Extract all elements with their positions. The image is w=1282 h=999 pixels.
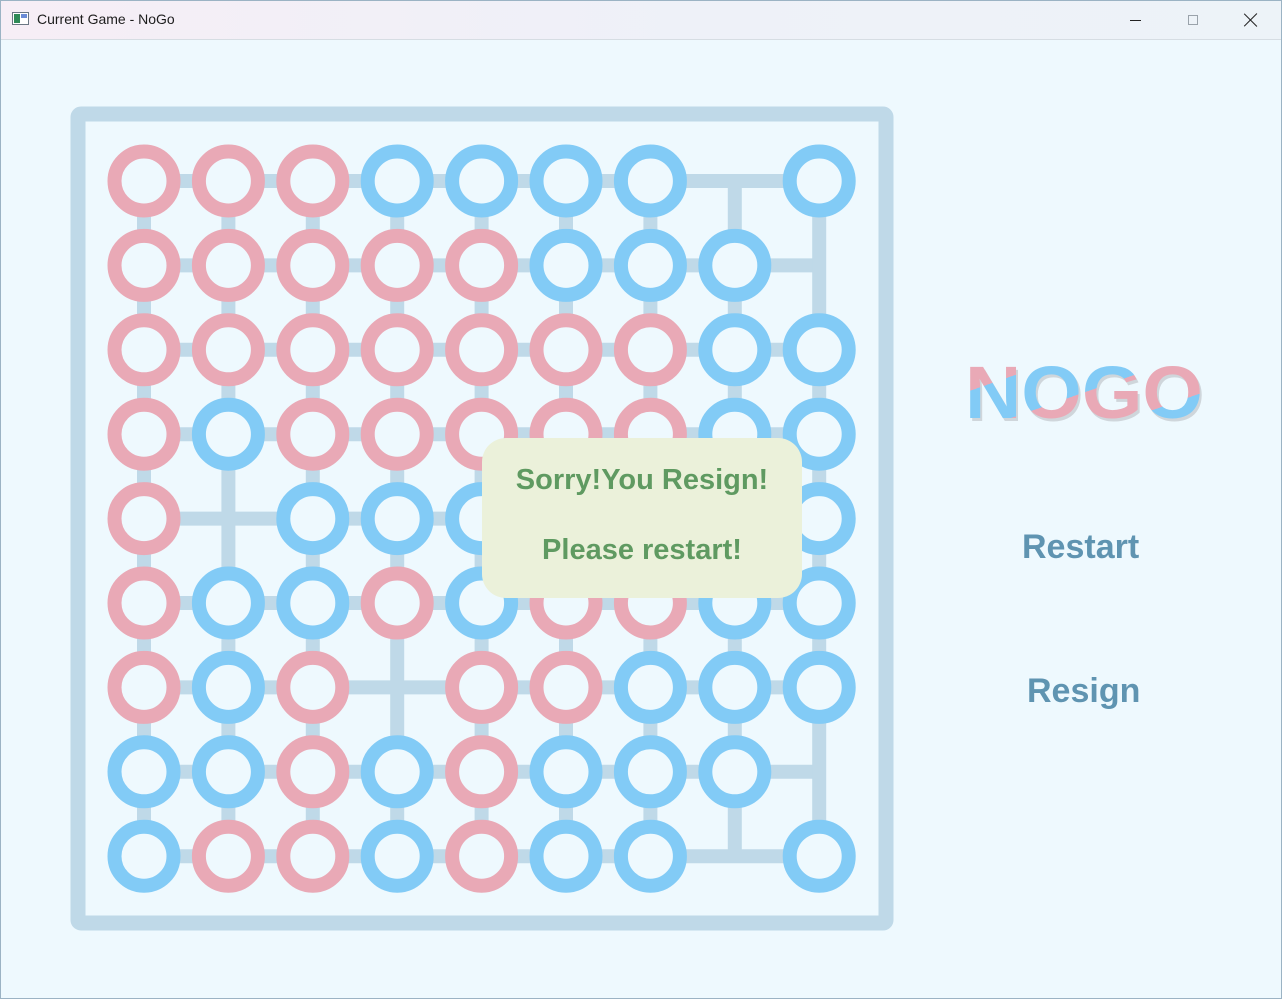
- close-icon: [1244, 13, 1258, 27]
- pink-stone: [191, 228, 265, 302]
- pink-stone: [107, 313, 181, 387]
- pink-stone: [529, 650, 603, 724]
- blue-stone: [698, 650, 772, 724]
- pink-stone: [191, 144, 265, 218]
- empty-point[interactable]: [799, 752, 839, 792]
- blue-stone: [360, 735, 434, 809]
- blue-stone: [360, 144, 434, 218]
- maximize-button[interactable]: [1164, 1, 1222, 39]
- pink-stone: [191, 313, 265, 387]
- pink-stone: [107, 482, 181, 556]
- pink-stone: [360, 566, 434, 640]
- blue-stone: [191, 650, 265, 724]
- blue-stone: [698, 228, 772, 302]
- pink-stone: [276, 313, 350, 387]
- pink-stone: [360, 313, 434, 387]
- pink-stone: [529, 313, 603, 387]
- blue-stone: [191, 735, 265, 809]
- pink-stone: [107, 144, 181, 218]
- blue-stone: [613, 735, 687, 809]
- pink-stone: [107, 650, 181, 724]
- pink-stone: [191, 819, 265, 893]
- blue-stone: [107, 735, 181, 809]
- pink-stone: [445, 735, 519, 809]
- pink-stone: [276, 650, 350, 724]
- empty-point[interactable]: [208, 499, 248, 539]
- maximize-icon: [1188, 15, 1198, 25]
- blue-stone: [613, 228, 687, 302]
- blue-stone: [529, 144, 603, 218]
- pink-stone: [276, 228, 350, 302]
- pink-stone: [276, 144, 350, 218]
- blue-stone: [276, 566, 350, 640]
- blue-stone: [107, 819, 181, 893]
- pink-stone: [107, 228, 181, 302]
- blue-stone: [445, 144, 519, 218]
- blue-stone: [276, 482, 350, 556]
- blue-stone: [613, 144, 687, 218]
- logo-text: NOGO: [965, 358, 1203, 434]
- pink-stone: [445, 650, 519, 724]
- blue-stone: [529, 228, 603, 302]
- dialog-instruction: Please restart!: [542, 534, 742, 566]
- pink-stone: [360, 397, 434, 471]
- restart-button[interactable]: Restart: [1022, 528, 1139, 567]
- minimize-icon: [1129, 19, 1141, 21]
- pink-stone: [613, 313, 687, 387]
- blue-stone: [360, 819, 434, 893]
- close-button[interactable]: [1222, 1, 1280, 39]
- pink-stone: [276, 819, 350, 893]
- pink-stone: [107, 566, 181, 640]
- blue-stone: [191, 397, 265, 471]
- dialog-message: Sorry!You Resign!: [515, 464, 769, 496]
- blue-stone: [698, 735, 772, 809]
- blue-stone: [529, 735, 603, 809]
- blue-stone: [613, 819, 687, 893]
- blue-stone: [529, 819, 603, 893]
- title-bar[interactable]: Current Game - NoGo: [1, 1, 1281, 40]
- minimize-button[interactable]: [1106, 1, 1164, 39]
- app-window: Current Game - NoGo NOGO NOGO Restart Re…: [0, 0, 1282, 999]
- game-area: NOGO NOGO Restart Resign Sorry!You Resig…: [1, 40, 1281, 998]
- blue-stone: [698, 313, 772, 387]
- nogo-logo: NOGO NOGO: [965, 358, 1205, 437]
- empty-point[interactable]: [715, 836, 755, 876]
- resign-button[interactable]: Resign: [1027, 672, 1140, 711]
- pink-stone: [107, 397, 181, 471]
- empty-point[interactable]: [377, 667, 417, 707]
- resign-dialog: Sorry!You Resign! Please restart!: [482, 438, 802, 598]
- blue-stone: [782, 650, 856, 724]
- blue-stone: [360, 482, 434, 556]
- pink-stone: [445, 819, 519, 893]
- pink-stone: [276, 735, 350, 809]
- window-title: Current Game - NoGo: [37, 11, 175, 27]
- pink-stone: [276, 397, 350, 471]
- pink-stone: [445, 228, 519, 302]
- blue-stone: [191, 566, 265, 640]
- app-icon: [12, 12, 29, 25]
- empty-point[interactable]: [715, 161, 755, 201]
- empty-point[interactable]: [799, 245, 839, 285]
- blue-stone: [782, 313, 856, 387]
- pink-stone: [445, 313, 519, 387]
- pink-stone: [360, 228, 434, 302]
- blue-stone: [782, 819, 856, 893]
- blue-stone: [782, 144, 856, 218]
- blue-stone: [613, 650, 687, 724]
